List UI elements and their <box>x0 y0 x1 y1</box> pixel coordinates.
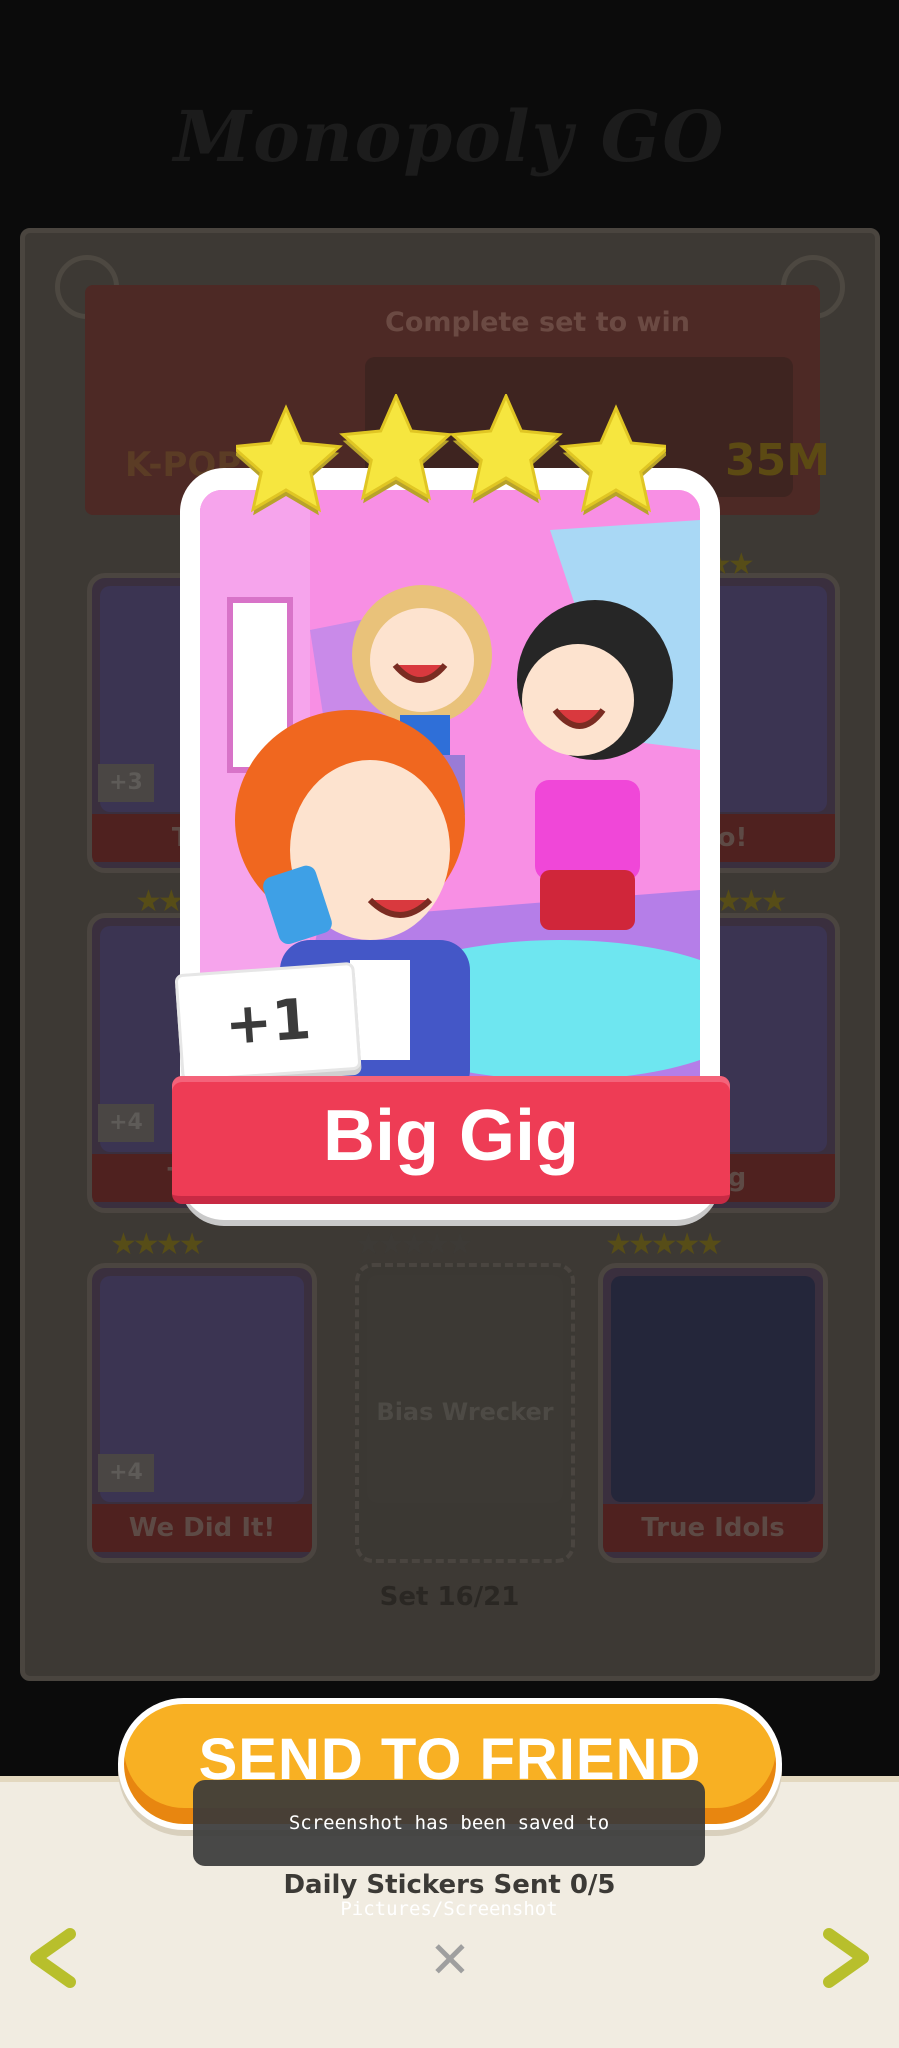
sticker-count-badge: +1 <box>174 961 362 1083</box>
sticker-star-rating <box>229 392 673 524</box>
sticker-label: We Did It! <box>92 1504 312 1552</box>
chevron-left-icon[interactable] <box>24 1926 84 1990</box>
count-badge: +4 <box>98 1104 154 1142</box>
chevron-right-icon[interactable] <box>815 1926 875 1990</box>
sticker-card-bg[interactable]: +4 We Did It! <box>87 1263 317 1563</box>
star-rating: ★★★★ <box>110 1227 206 1262</box>
sticker-thumbnail <box>611 1276 815 1502</box>
screenshot-toast: Screenshot has been saved to Pictures/Sc… <box>193 1780 705 1920</box>
daily-stickers-sent: Daily Stickers Sent 0/5 <box>283 1870 616 1900</box>
star-rating: ★★★ <box>715 884 788 919</box>
sticker-count: +1 <box>222 987 314 1058</box>
reward-amount: 35M <box>725 435 831 486</box>
sticker-label: True Idols <box>603 1504 823 1552</box>
star-rating: ★★★★★ <box>355 1227 474 1262</box>
count-badge: +3 <box>98 764 154 802</box>
empty-sticker-slot[interactable]: Bias Wrecker <box>355 1263 575 1563</box>
star-rating: ★★★★★ <box>605 1227 724 1262</box>
complete-set-text: Complete set to win <box>385 307 690 338</box>
sticker-label: Bias Wrecker <box>376 1398 554 1426</box>
set-counter: Set 16/21 <box>379 1582 520 1612</box>
album-title: Monopoly GO <box>173 95 726 178</box>
close-icon[interactable]: ✕ <box>420 1930 480 1990</box>
sticker-thumbnail <box>367 1275 563 1503</box>
count-badge: +4 <box>98 1454 154 1492</box>
sticker-card-bg[interactable]: True Idols <box>598 1263 828 1563</box>
sticker-name-ribbon: Big Gig <box>172 1076 730 1204</box>
sticker-name: Big Gig <box>323 1096 579 1176</box>
